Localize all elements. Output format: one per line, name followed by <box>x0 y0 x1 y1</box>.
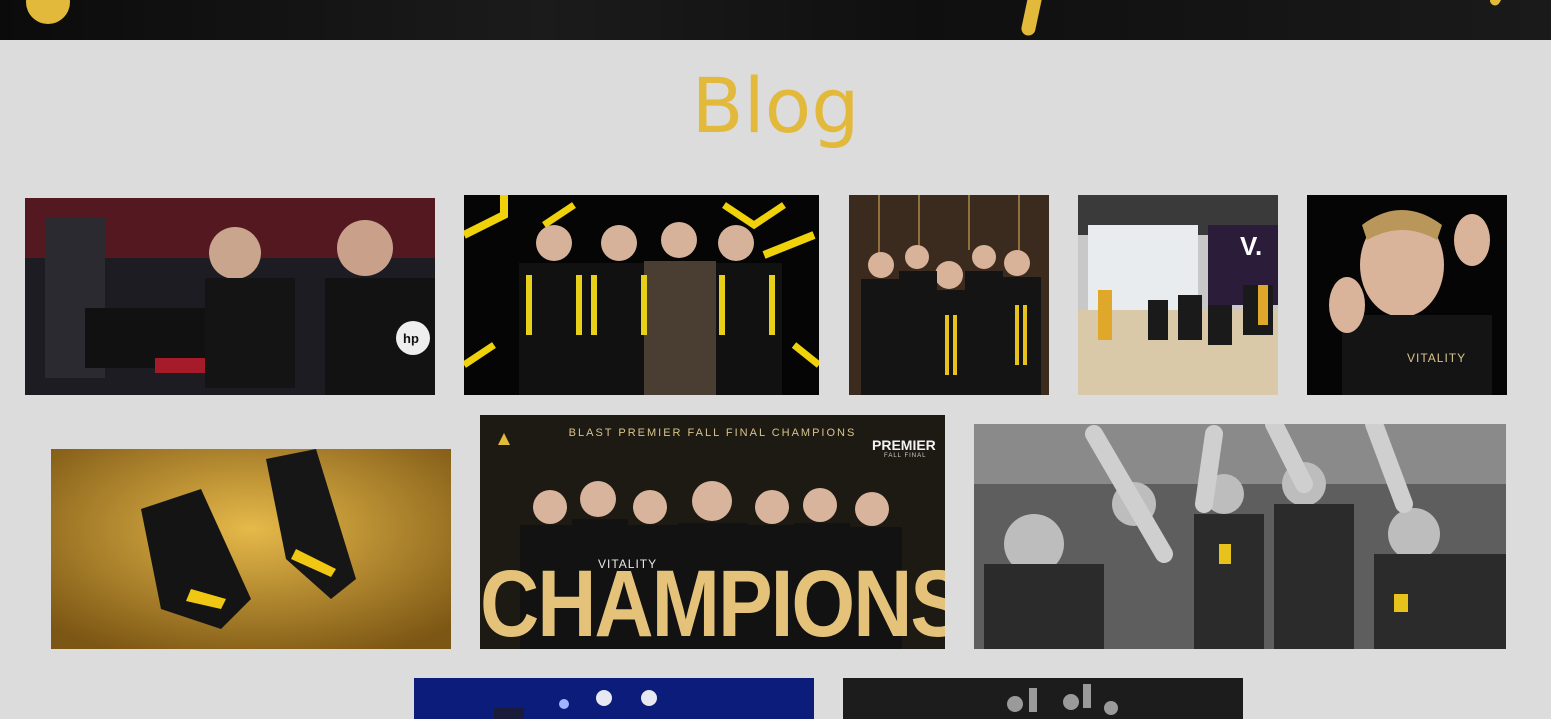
blog-photo-celebration-dark[interactable] <box>843 678 1243 719</box>
photo-image <box>414 678 814 719</box>
photo-image <box>843 678 1243 719</box>
photo-image <box>25 198 435 395</box>
photo-image <box>464 195 819 395</box>
photo-image <box>974 424 1506 649</box>
blog-photo-players-at-pc[interactable]: hp <box>25 198 435 395</box>
photo-image <box>1078 195 1278 395</box>
photo-image <box>1307 195 1507 395</box>
blog-photo-sneakers[interactable] <box>51 449 451 649</box>
blog-photo-stage[interactable] <box>414 678 814 719</box>
blog-photo-celebration[interactable] <box>974 424 1506 649</box>
page-title: Blog <box>691 61 860 150</box>
blog-photo-gaming-room[interactable]: V. <box>1078 195 1278 395</box>
top-banner <box>0 0 1551 40</box>
logo-shape <box>26 0 70 24</box>
blog-photo-team-lineup[interactable] <box>464 195 819 395</box>
photo-image <box>849 195 1049 395</box>
premier-sub-text: FALL FINAL <box>884 453 927 459</box>
premier-logo-text: PREMIER <box>872 437 936 453</box>
photo-image <box>51 449 451 649</box>
poster-headline: CHAMPIONS <box>480 552 945 649</box>
banner-stroke <box>1488 0 1506 8</box>
shirt-text: VITALITY <box>1407 351 1467 365</box>
logo-text: V. <box>1240 231 1263 261</box>
blog-photo-team-five[interactable] <box>849 195 1049 395</box>
blog-photo-player-portrait[interactable]: VITALITY <box>1307 195 1507 395</box>
sponsor-logo-text: hp <box>403 331 419 346</box>
blog-photo-champions[interactable]: BLAST PREMIER FALL FINAL CHAMPIONS PREMI… <box>480 415 945 649</box>
banner-stroke <box>1020 0 1046 37</box>
